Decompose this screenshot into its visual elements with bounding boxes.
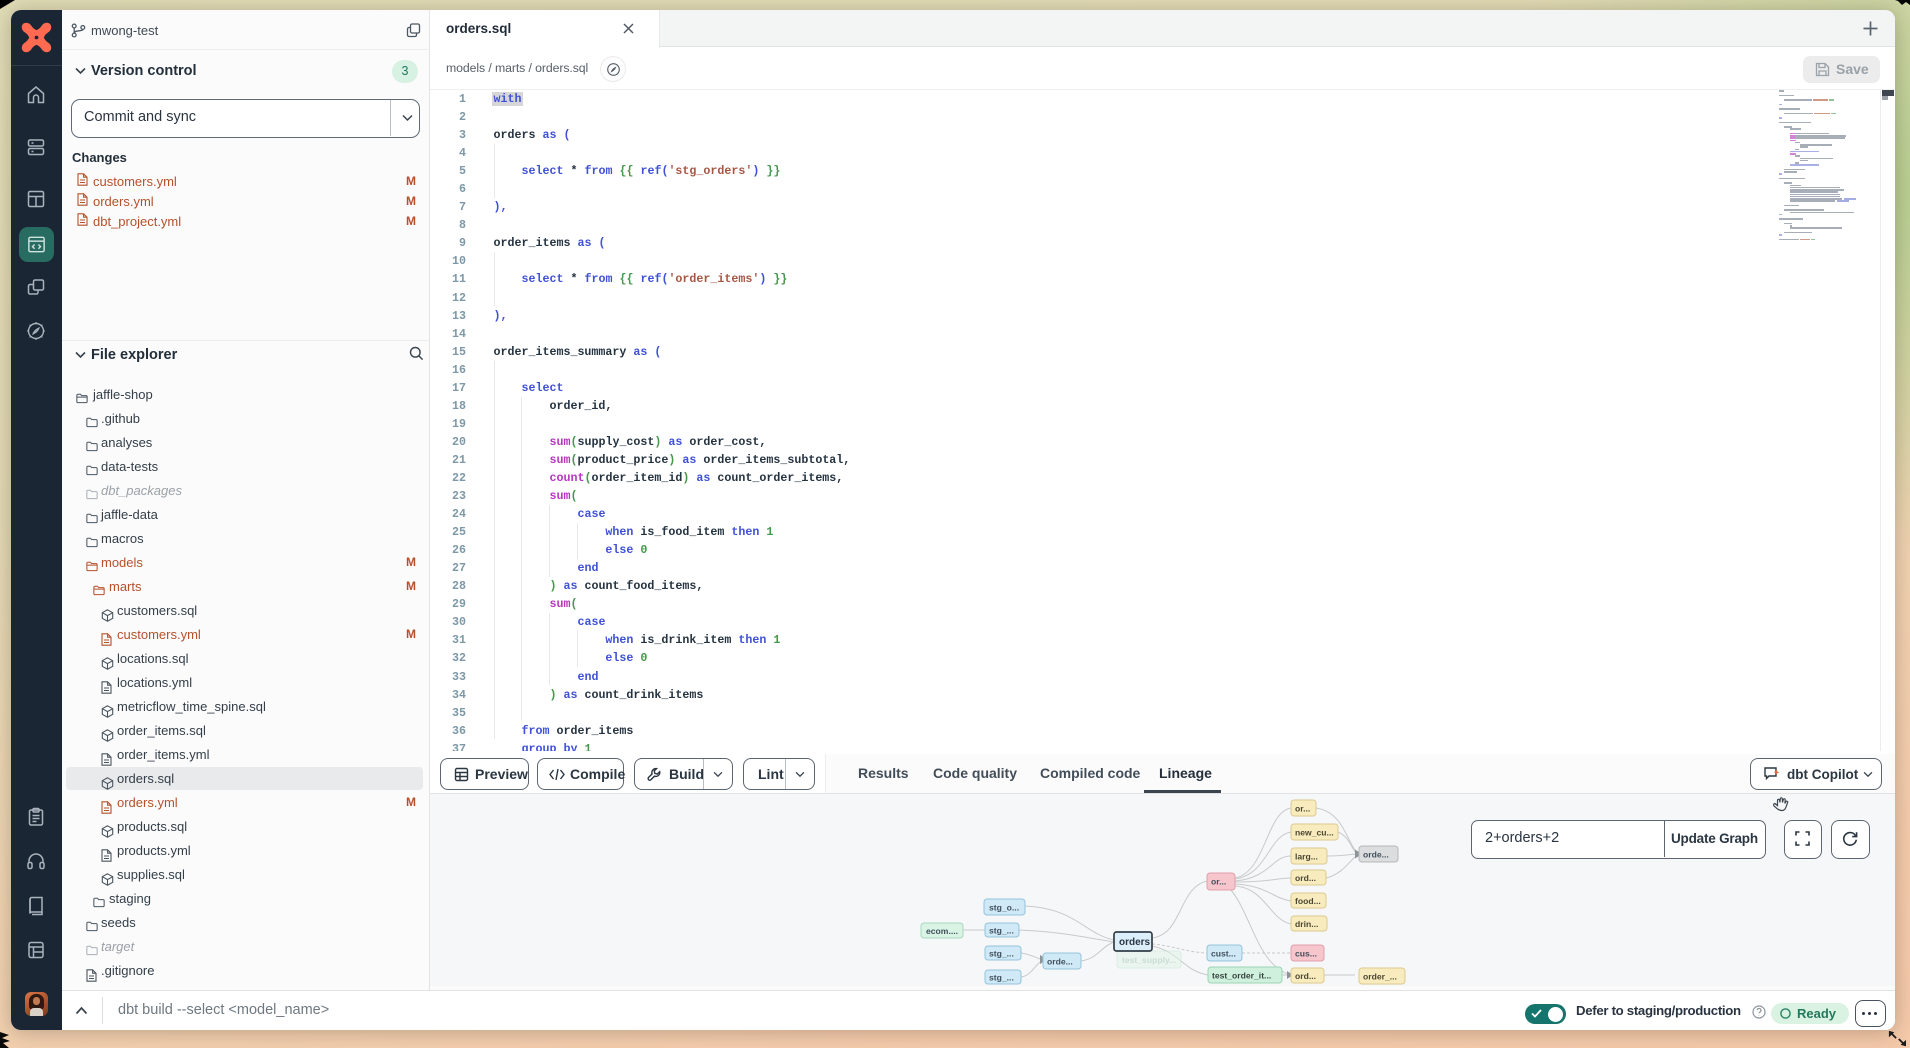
svg-text:orde...: orde... [1363, 850, 1389, 860]
svg-text:cust...: cust... [1211, 949, 1236, 959]
svg-text:stg_o...: stg_o... [989, 903, 1019, 913]
svg-text:order_...: order_... [1363, 972, 1397, 982]
svg-text:new_cu...: new_cu... [1295, 828, 1334, 838]
svg-text:drin...: drin... [1295, 919, 1318, 929]
svg-text:orders: orders [1119, 937, 1151, 948]
svg-text:test_order_it...: test_order_it... [1212, 971, 1271, 981]
svg-text:stg_...: stg_... [989, 926, 1014, 936]
svg-text:cus...: cus... [1295, 949, 1317, 959]
svg-text:larg...: larg... [1295, 852, 1318, 862]
svg-text:food...: food... [1295, 896, 1321, 906]
svg-text:ord...: ord... [1295, 873, 1316, 883]
svg-text:or...: or... [1295, 804, 1310, 814]
svg-text:or...: or... [1211, 877, 1226, 887]
svg-text:test_supply...: test_supply... [1122, 955, 1176, 965]
svg-text:orde...: orde... [1047, 957, 1073, 967]
svg-text:ecom....: ecom.... [926, 926, 958, 936]
svg-text:stg_...: stg_... [989, 973, 1014, 983]
svg-text:ord...: ord... [1295, 971, 1316, 981]
svg-text:stg_...: stg_... [989, 949, 1014, 959]
